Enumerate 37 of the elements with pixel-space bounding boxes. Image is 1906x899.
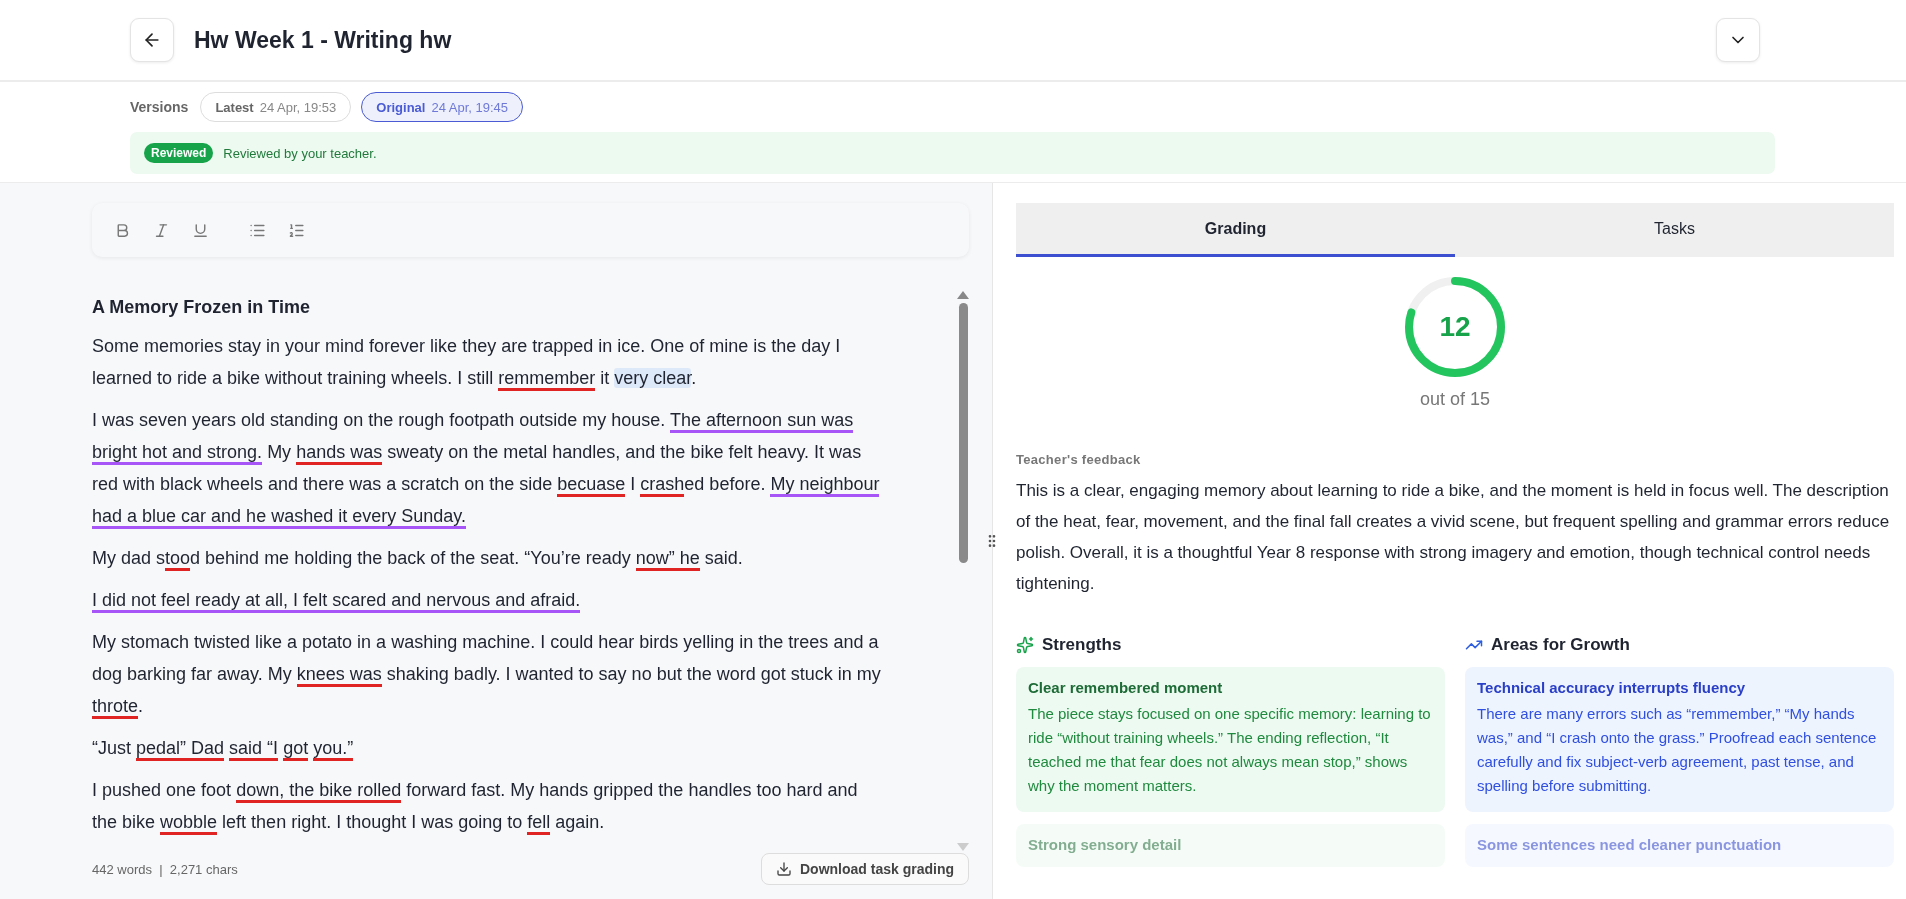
essay-paragraph: Some memories stay in your mind forever like they are trapped in ice. One of mine is the day I learned to ride a bike without training wheels. I still remmember it very clear. [92,330,885,394]
back-button[interactable] [130,18,174,62]
section-heading: Strengths [1042,635,1122,655]
section-heading: Areas for Growth [1491,635,1630,655]
version-chip[interactable]: Original 24 Apr, 19:45 [361,92,524,122]
numbered-list-button[interactable] [288,221,305,239]
essay-paragraph: I was seven years old standing on the rough footpath outside my house. The afternoon sun was bright hot and strong. My hands was sweaty on the metal handles, and the bike felt heavy. It was red with black wheels and there was a scratch on the side becuase I crashed before. My neighbour had a blue car and he washed it every Sunday. [92,404,885,532]
card-title: Technical accuracy interrupts fluency [1477,679,1747,696]
feedback-label: Teacher's feedback [1016,452,1142,467]
version-chip[interactable]: Latest 24 Apr, 19:53 [200,92,352,122]
essay-paragraph: I did not feel ready at all, I felt scared and nervous and afraid. [92,584,885,616]
sparkle-icon [1016,636,1034,654]
review-message: Reviewed by your teacher. [223,145,377,161]
italic-button[interactable] [153,221,170,239]
feedback-text: This is a clear, engaging memory about learning to ride a bike, and the moment is held in focus well. The description of the heat, fear, movement, and the final fall creates a vivid scene, but frequent spelling and grammar errors reduce polish. Overall, it is a thoughtful Year 8 response with strong imagery and emotion, though technical control needs tightening. [1016,480,1891,595]
tab[interactable]: Grading [1016,203,1455,257]
essay-paragraph: I pushed one foot down, the bike rolled forward fast. My hands gripped the handles too hard and the bike wobble left then right. I thought I was going to fell again. [92,774,885,838]
card-title: Strong sensory detail [1028,836,1183,853]
score-value: 12 [1439,311,1471,343]
essay-paragraph: “Just pedal” Dad said “I got you.” [92,732,885,764]
card-title: Clear remembered moment [1028,679,1224,696]
essay-title: A Memory Frozen in Time [92,297,312,318]
download-button[interactable]: Download task grading [761,853,969,885]
page-title: Hw Week 1 - Writing hw [194,26,453,54]
underline-button[interactable] [192,221,209,239]
status-badge: Reviewed [144,143,214,163]
versions-label: Versions [130,99,189,115]
card-title: Some sentences need cleaner punctuation [1477,836,1783,853]
essay-paragraph: My dad stood behind me holding the back of the seat. “You’re ready now” he said. [92,542,885,574]
card-text: The piece stays focused on one specific memory: learning to ride “without training wheels.” The ending reflection, “It teached me that fear does not always mean stop,” shows why the moment matters. [1028,704,1432,796]
score-caption: out of 15 [1419,389,1491,410]
word-count: 442 words | 2,271 chars [92,861,238,877]
tab[interactable]: Tasks [1455,203,1894,257]
scrollbar[interactable] [957,291,969,851]
essay-paragraph: My stomach twisted like a potato in a washing machine. I could hear birds yelling in the trees and a dog barking far away. My knees was shaking badly. I wanted to say no but the word got stuck in my throte. [92,626,885,722]
download-icon [776,861,792,877]
card-text: There are many errors such as “remmember,” “My hands was,” and “I crash onto the grass.” Proofread each sentence carefully and fix subject-verb agreement, past tense, and spelling before submitting. [1477,704,1878,796]
